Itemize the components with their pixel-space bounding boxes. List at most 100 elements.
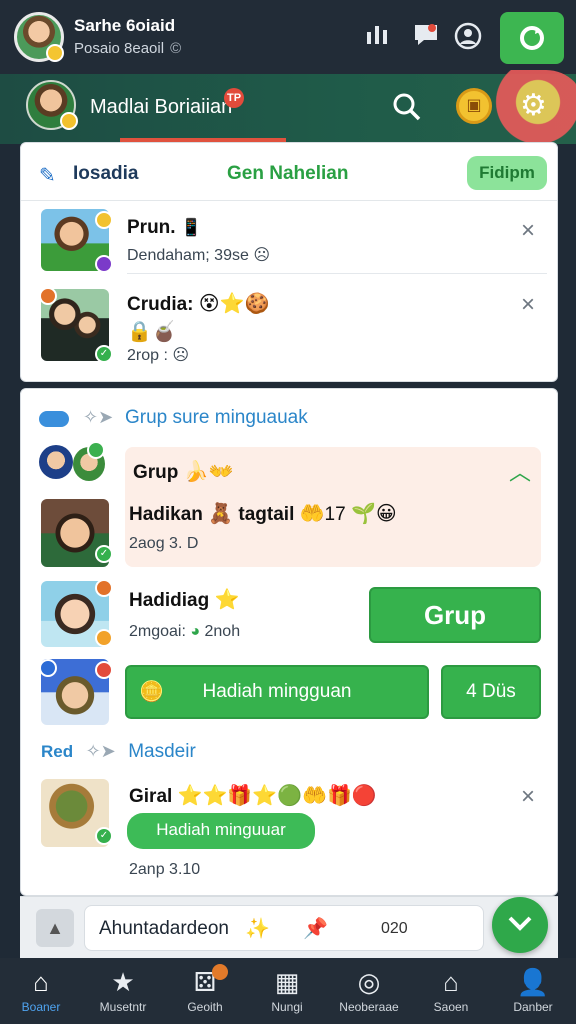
chevron-up-icon[interactable]: ︿ (509, 455, 531, 487)
nav-item-favorites[interactable]: ★ Musetntr (82, 958, 164, 1024)
gift-icon: 🪙 (139, 681, 164, 703)
hadiah-button-label: Hadiah mingguan (202, 681, 352, 702)
nav-label: Neoberaae (339, 1000, 399, 1014)
sparkle-icon: ✧➤ (83, 407, 114, 427)
send-button[interactable] (492, 897, 548, 953)
nav-label: Danber (513, 1000, 553, 1014)
phone-icon: 📱 (180, 218, 203, 237)
row-subtitle: 2mgoai: ◕ 2noh (129, 623, 240, 641)
row-subtitle-text: Dendaham; 39se (127, 247, 249, 264)
tab-gen-nahelian[interactable]: Gen Nahelian (227, 163, 348, 185)
chat-header: Madlai Boriaiian TP ▣ ⚙ (0, 70, 576, 150)
user-avatar[interactable] (14, 12, 64, 62)
status-dot (60, 112, 78, 130)
emoji-icon: ☹ (172, 347, 190, 364)
gear-icon[interactable]: ⚙ (520, 88, 547, 123)
user-subtitle: Posaio 8eaoil © (74, 40, 181, 57)
level-badge (95, 629, 113, 647)
row-title-mid: tagtail (238, 504, 295, 525)
role-badge (95, 255, 113, 273)
nav-item-shop[interactable]: ⌂ Saoen (410, 958, 492, 1024)
user-name: Sarhe 6oiaid (74, 16, 176, 35)
group-avatar-cluster (39, 441, 109, 487)
sticker-icon[interactable]: ✨ (245, 916, 270, 941)
hadiah-mingguan-button[interactable]: 🪙 Hadiah mingguan (125, 665, 429, 719)
attachment-icon[interactable]: ▲ (36, 909, 74, 947)
nav-item-games[interactable]: ⚄ Geoith (164, 958, 246, 1024)
char-count: 020 (381, 920, 408, 937)
list-item[interactable]: Prun. 📱 Dendaham; 39se ☹ × (21, 203, 557, 273)
row-title-text: Crudia: (127, 294, 194, 315)
nav-label: Nungi (271, 1000, 303, 1014)
nav-label: Saoen (433, 1000, 469, 1014)
message-composer: ▲ Ahuntadardeon ✨ 📌 020 (20, 896, 558, 958)
star-icon: ★ (111, 967, 135, 997)
clock-icon: ◕ (190, 623, 201, 640)
user-subtitle-text: Posaio 8eaoil (74, 40, 165, 57)
pin-icon[interactable]: 📌 (303, 916, 328, 941)
grup-button[interactable]: Grup (369, 587, 541, 643)
close-icon[interactable]: × (521, 291, 535, 319)
coin-icon[interactable]: ▣ (456, 88, 492, 124)
verified-badge: ✓ (95, 345, 113, 363)
profile-icon[interactable] (454, 22, 482, 50)
close-icon[interactable]: × (521, 217, 535, 245)
section-title: Masdeir (128, 741, 196, 762)
verified-badge: ✓ (95, 827, 113, 845)
refresh-button[interactable] (500, 12, 564, 64)
row-subtitle-tail: 2noh (204, 623, 241, 640)
reward-chip[interactable]: Hadiah minguuar (127, 813, 315, 849)
info-icon: © (170, 40, 182, 57)
reaction-icons: 🍌👐 (183, 461, 234, 483)
rank-badge (39, 287, 57, 305)
notification-badge: TP (224, 88, 244, 108)
reaction-icons: 🌱😀 (350, 503, 397, 525)
nav-item-home[interactable]: ⌂ Boaner (0, 958, 82, 1024)
dice-icon: ⚄ (193, 967, 217, 997)
nav-item-profile[interactable]: 👤 Danber (492, 958, 574, 1024)
group-card: ✧➤ Grup sure minguauak Grup 🍌👐 ︿ ✓ Hadik… (20, 388, 558, 896)
top-bar: Sarhe 6oiaid Posaio 8eaoil © (0, 0, 576, 74)
row-title-text: Giral (129, 786, 173, 807)
nav-label: Geoith (187, 1000, 223, 1014)
rank-badge (39, 659, 57, 677)
days-button[interactable]: 4 Düs (441, 665, 541, 719)
section-title: Grup sure minguauak (125, 407, 308, 428)
fidipm-button[interactable]: Fidipm (467, 156, 547, 190)
chat-icon[interactable] (412, 22, 440, 50)
section-prefix: Red (41, 742, 74, 761)
sparkle-icon: ✧➤ (85, 741, 116, 761)
row-subtitle: 2anp 3.10 (129, 861, 201, 878)
search-icon: ◎ (357, 967, 381, 997)
header-title: Madlai Boriaiian (90, 96, 233, 118)
verified-badge: ✓ (95, 545, 113, 563)
search-icon[interactable] (392, 92, 422, 129)
rank-badge (95, 211, 113, 229)
tab-iosadia[interactable]: Iosadia (73, 163, 138, 185)
group-title-text: Grup (133, 462, 179, 483)
section-header: Red ✧➤ Masdeir (41, 741, 196, 763)
message-input[interactable]: Ahuntadardeon ✨ 📌 020 (84, 905, 484, 951)
card-tabs: ✎ Iosadia Gen Nahelian Fidipm (21, 143, 557, 201)
stats-icon[interactable] (364, 22, 392, 50)
reaction-icons: 😵⭐🍪 (198, 293, 270, 315)
chevron-down-icon (508, 916, 532, 931)
group-avatar[interactable] (26, 80, 78, 130)
row-subtitle: 2aog 3. D (129, 535, 199, 552)
list-item[interactable]: ✓ Crudia: 😵⭐🍪 🔒🧉 2rop : ☹ × (21, 283, 557, 375)
row-count: 17 (324, 504, 346, 525)
nav-item-search[interactable]: ◎ Neoberaae (328, 958, 410, 1024)
edit-icon[interactable]: ✎ (39, 163, 56, 188)
notification-dot (212, 964, 228, 980)
close-icon[interactable]: × (521, 783, 535, 811)
refresh-icon (520, 26, 544, 50)
row-title: Hadidiag ⭐ (129, 587, 239, 612)
home-icon: ⌂ (33, 967, 49, 997)
nav-item-list[interactable]: ▦ Nungi (246, 958, 328, 1024)
row-subtitle: 2rop : ☹ (127, 345, 189, 365)
nav-label: Musetntr (99, 1000, 147, 1014)
row-subtitle-text: 2rop : (127, 347, 168, 364)
status-dot (46, 44, 64, 62)
user-icon: 👤 (516, 967, 550, 997)
group-title: Grup 🍌👐 (133, 459, 233, 484)
